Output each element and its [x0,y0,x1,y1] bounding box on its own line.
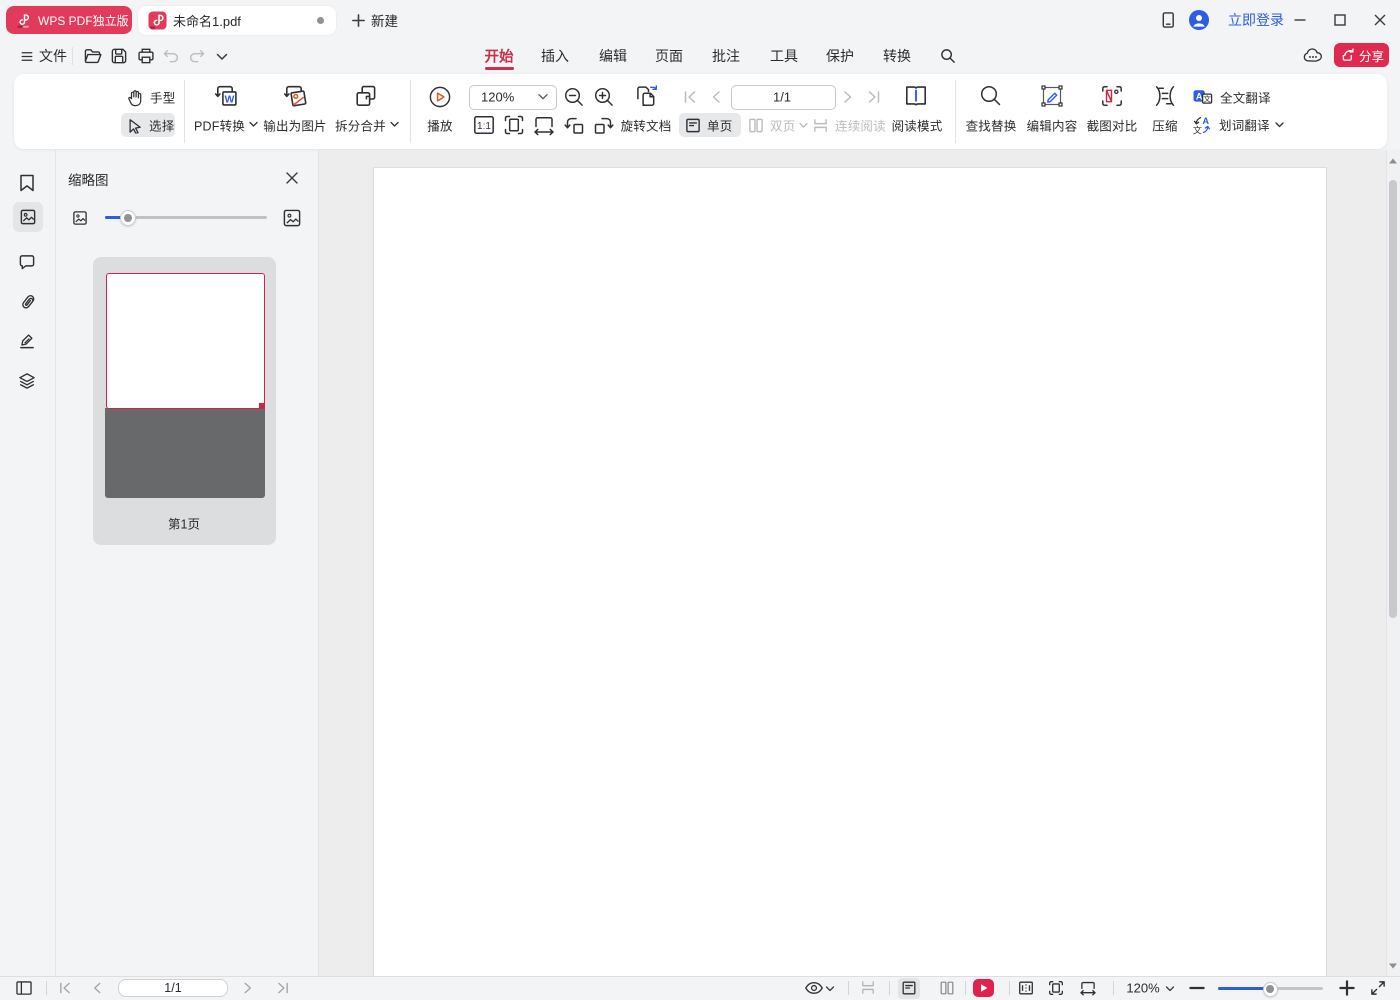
svg-text:W: W [224,93,234,105]
svg-text:A: A [1196,91,1203,101]
svg-text:1:1: 1:1 [477,121,491,132]
svg-text:文: 文 [1193,124,1202,135]
svg-text:文: 文 [1203,93,1211,103]
svg-text:A: A [1203,116,1210,126]
